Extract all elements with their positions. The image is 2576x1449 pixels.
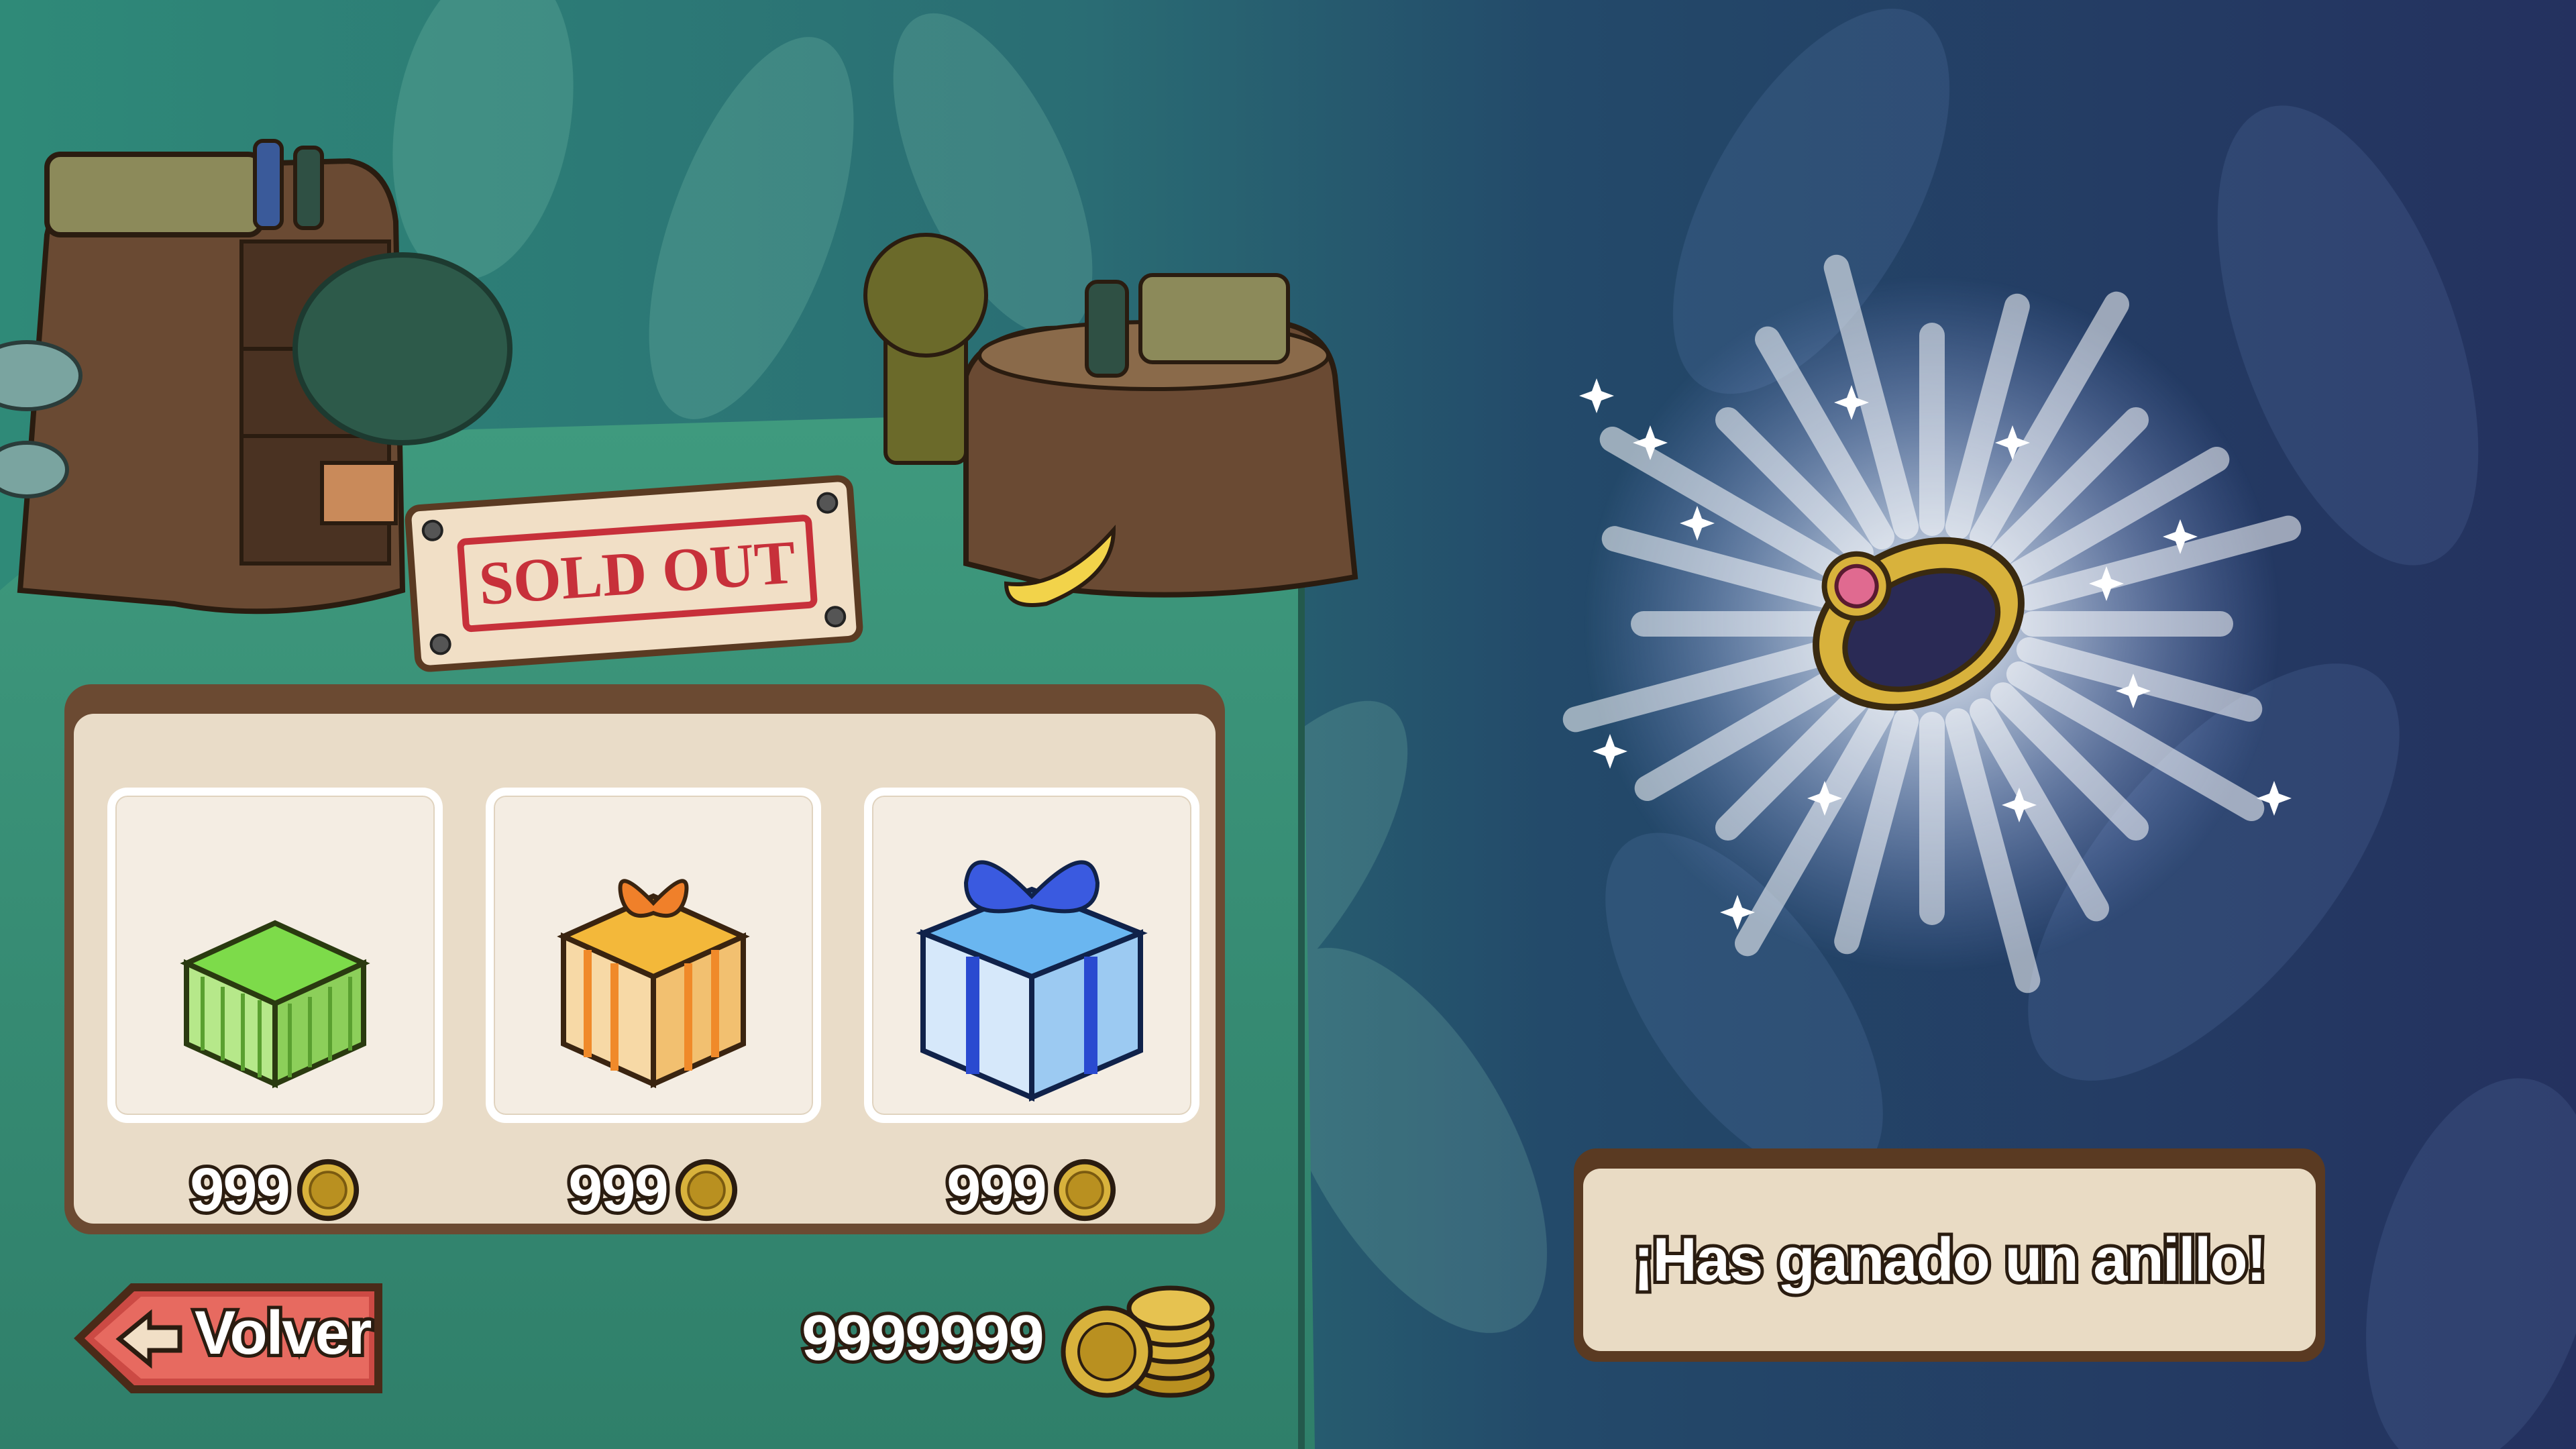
back-button-label: Volver [191, 1295, 375, 1371]
shop-item-orange-gift[interactable] [486, 788, 821, 1123]
reward-message-inner: ¡Has ganado un anillo! [1583, 1169, 2316, 1351]
coin-stack-icon [1061, 1285, 1215, 1398]
shop-panel: 999 999 999 [64, 684, 1225, 1234]
sold-out-sign: SOLD OUT [405, 475, 863, 672]
shop-item-blue-gift[interactable] [864, 788, 1199, 1123]
back-button[interactable]: Volver [67, 1278, 389, 1399]
reward-message-box: ¡Has ganado un anillo! [1574, 1148, 2325, 1362]
currency-display: 9999999 [798, 1299, 1048, 1377]
coin-icon [675, 1159, 737, 1222]
arrow-left-icon [115, 1309, 182, 1369]
coin-icon [1053, 1159, 1116, 1222]
reward-message: ¡Has ganado un anillo! [1630, 1222, 2270, 1297]
currency-amount: 9999999 [798, 1299, 1048, 1377]
shop-panel-inner: 999 999 999 [74, 714, 1216, 1228]
price-label: 999 [943, 1152, 1050, 1228]
price-blue-gift: 999 [864, 1152, 1199, 1228]
blue-gift-box-icon [916, 860, 1148, 1102]
green-gift-box-icon [180, 920, 370, 1089]
shop-item-green-gift[interactable] [107, 788, 443, 1123]
coin-icon [297, 1159, 359, 1222]
price-label: 999 [186, 1152, 293, 1228]
price-orange-gift: 999 [486, 1152, 821, 1228]
price-green-gift: 999 [107, 1152, 443, 1228]
orange-gift-box-icon [557, 879, 750, 1089]
price-label: 999 [565, 1152, 672, 1228]
